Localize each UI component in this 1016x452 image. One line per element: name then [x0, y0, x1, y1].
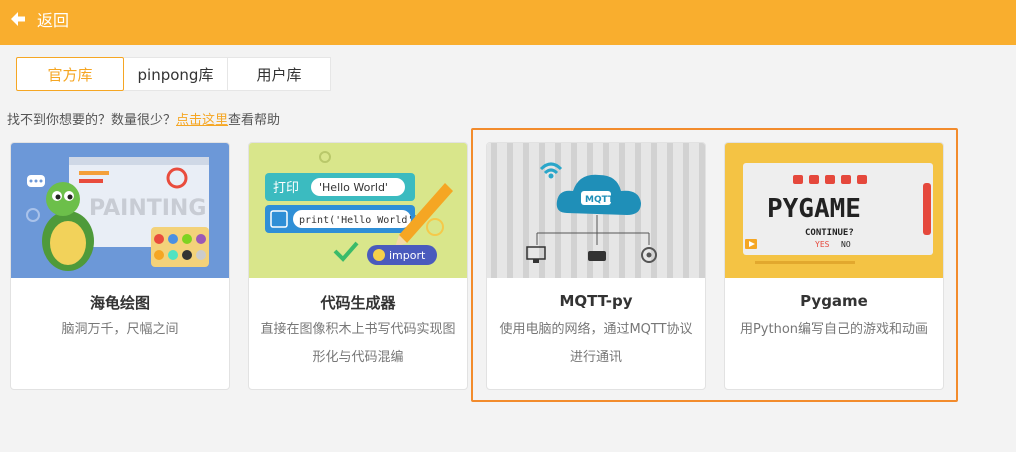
- mqtt-cloud-text: MQTT: [585, 195, 615, 205]
- no-text: NO: [841, 240, 851, 249]
- continue-text: CONTINUE?: [805, 228, 854, 238]
- print-code-text: print('Hello World'): [299, 215, 419, 226]
- pygame-screen-illustration: PYGAME CONTINUE? YES NO: [725, 143, 943, 278]
- yes-text: YES: [815, 240, 830, 249]
- help-link[interactable]: 点击这里: [176, 113, 228, 128]
- card-description: 使用电脑的网络，通过MQTT协议进行通讯: [499, 322, 693, 365]
- card-pygame[interactable]: PYGAME CONTINUE? YES NO Pygame 用Python编写…: [724, 142, 944, 390]
- back-label: 返回: [37, 11, 70, 30]
- hello-text: 'Hello World': [319, 181, 388, 194]
- help-suffix: 查看帮助: [228, 113, 281, 128]
- card-mqtt-py[interactable]: MQTT MQTT-py 使用电脑的网络，通过MQTT协议进行通讯: [486, 142, 706, 390]
- import-text: import: [389, 249, 426, 262]
- print-cn-text: 打印: [273, 181, 299, 196]
- library-tabs: 官方库 pinpong库 用户库: [16, 57, 331, 91]
- help-line: 找不到你想要的？数量很少？点击这里查看帮助: [7, 109, 280, 128]
- card-code-generator[interactable]: 打印 'Hello World' print('Hello World') im…: [248, 142, 468, 390]
- card-title: 代码生成器: [320, 294, 396, 312]
- help-prefix: 找不到你想要的？数量很少？: [7, 113, 177, 128]
- tab-user-library[interactable]: 用户库: [228, 57, 331, 91]
- tab-pinpong-library[interactable]: pinpong库: [124, 57, 228, 91]
- mqtt-network-illustration: MQTT: [487, 143, 705, 278]
- turtle-painting-illustration: PAINTING: [11, 143, 229, 278]
- pygame-logo-text: PYGAME: [767, 194, 861, 224]
- card-description: 脑洞万千，尺幅之间: [61, 322, 179, 337]
- card-description: 用Python编写自己的游戏和动画: [739, 322, 929, 337]
- tab-official-library[interactable]: 官方库: [16, 57, 124, 91]
- top-bar: 返回: [0, 0, 1016, 45]
- card-description: 直接在图像积木上书写代码实现图形化与代码混编: [260, 322, 456, 365]
- code-blocks-illustration: 打印 'Hello World' print('Hello World') im…: [249, 143, 467, 278]
- back-arrow-icon: [11, 12, 25, 26]
- card-title: MQTT-py: [559, 292, 633, 310]
- back-button[interactable]: 返回: [9, 7, 69, 31]
- card-turtle-drawing[interactable]: PAINTING 海龟绘图 脑洞万千，尺幅之间: [10, 142, 230, 390]
- painting-text: PAINTING: [89, 196, 206, 221]
- card-title: 海龟绘图: [89, 294, 150, 312]
- card-title: Pygame: [800, 292, 868, 310]
